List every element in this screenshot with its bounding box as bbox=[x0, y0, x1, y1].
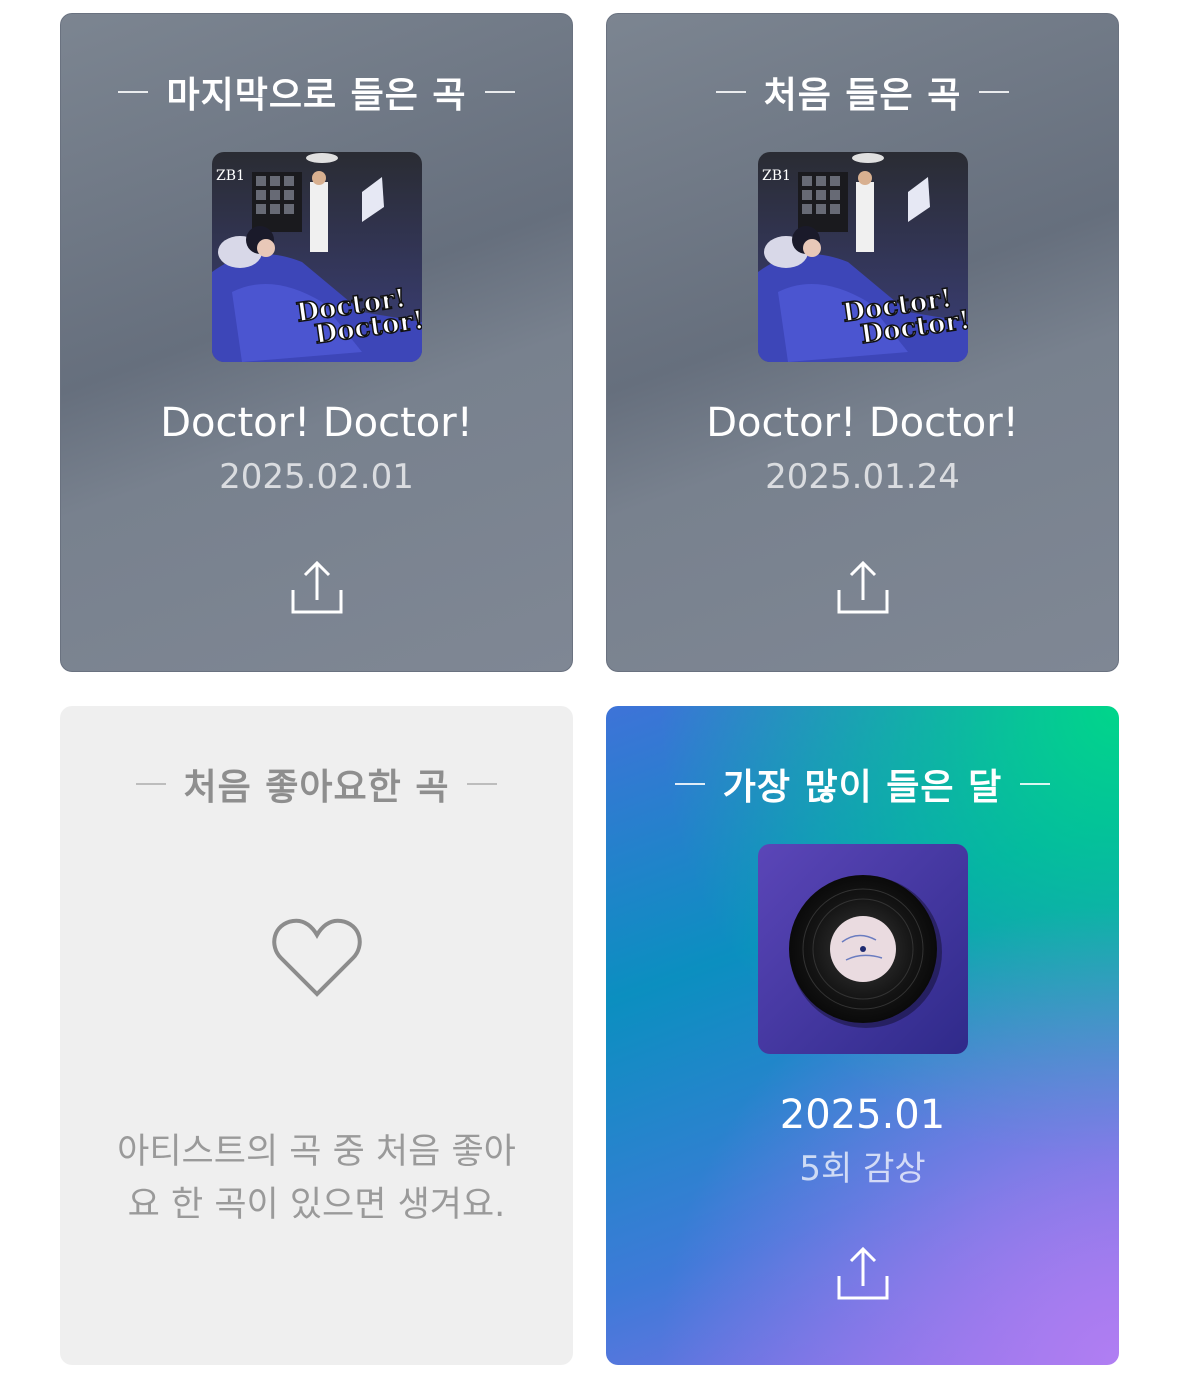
card-title: 마지막으로 들은 곡 bbox=[166, 75, 467, 116]
song-date: 2025.01.24 bbox=[765, 457, 960, 497]
card-title: 가장 많이 들은 달 bbox=[722, 767, 1003, 808]
card-header: 마지막으로 들은 곡 bbox=[118, 72, 515, 116]
title-dash-right bbox=[484, 91, 515, 93]
title-dash-right bbox=[1020, 783, 1051, 785]
title-dash-left bbox=[135, 783, 166, 785]
card-header: 가장 많이 들은 달 bbox=[674, 764, 1051, 808]
song-date: 2025.02.01 bbox=[219, 457, 414, 497]
card-header: 처음 좋아요한 곡 bbox=[135, 764, 498, 808]
first-played-card: 처음 들은 곡 ZB1 Doctor! Doctor! Doctor! Doct… bbox=[606, 13, 1119, 672]
share-icon bbox=[837, 560, 888, 614]
play-count: 5회 감상 bbox=[799, 1149, 926, 1189]
card-title: 처음 좋아요한 곡 bbox=[183, 767, 450, 808]
card-title: 처음 들은 곡 bbox=[763, 75, 962, 116]
art-logo: ZB1 bbox=[762, 168, 791, 184]
heart-icon bbox=[271, 918, 362, 997]
first-liked-card: 처음 좋아요한 곡 아티스트의 곡 중 처음 좋아요 한 곡이 있으면 생겨요. bbox=[60, 706, 573, 1365]
share-icon bbox=[291, 560, 342, 614]
title-dash-left bbox=[118, 91, 149, 93]
month-value: 2025.01 bbox=[779, 1092, 946, 1138]
most-played-month-card: 가장 많이 들은 달 2025.01 5회 감상 bbox=[606, 706, 1119, 1365]
art-logo: ZB1 bbox=[216, 168, 245, 184]
share-button[interactable] bbox=[835, 560, 891, 616]
title-dash-left bbox=[715, 91, 746, 93]
share-button[interactable] bbox=[835, 1246, 891, 1302]
song-title[interactable]: Doctor! Doctor! bbox=[160, 398, 473, 448]
title-dash-left bbox=[674, 783, 705, 785]
share-button[interactable] bbox=[289, 560, 345, 616]
card-header: 처음 들은 곡 bbox=[715, 72, 1010, 116]
song-title[interactable]: Doctor! Doctor! bbox=[706, 398, 1019, 448]
album-art[interactable]: ZB1 Doctor! Doctor! bbox=[211, 152, 422, 362]
record-art bbox=[757, 844, 968, 1054]
share-icon bbox=[837, 1246, 888, 1300]
empty-message: 아티스트의 곡 중 처음 좋아요 한 곡이 있으면 생겨요. bbox=[117, 1132, 516, 1225]
album-art[interactable]: ZB1 Doctor! Doctor! bbox=[757, 152, 968, 362]
title-dash-right bbox=[467, 783, 498, 785]
title-dash-right bbox=[979, 91, 1010, 93]
last-played-card: 마지막으로 들은 곡 ZB1 Doctor! Doctor! Doctor! D… bbox=[60, 13, 573, 672]
